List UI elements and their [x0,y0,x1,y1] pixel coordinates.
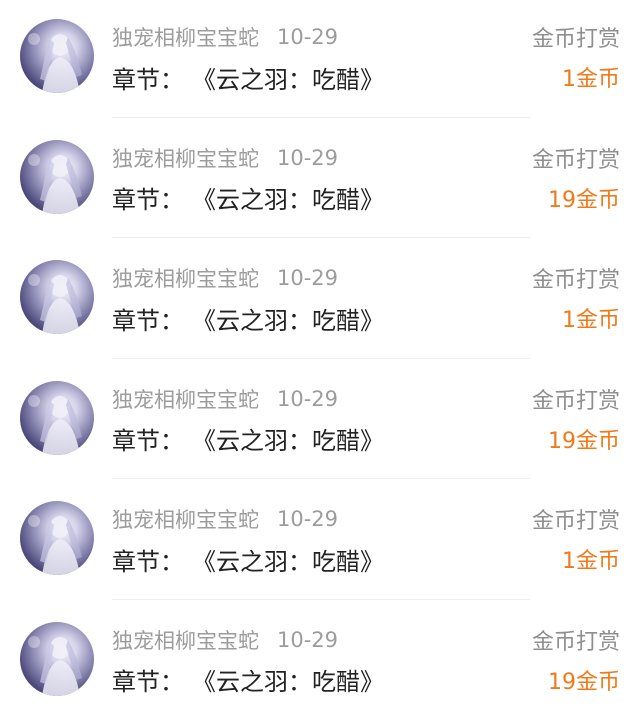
record-chapter[interactable]: 章节： 《云之羽：吃醋》 [112,301,384,335]
reward-amount: 1金币 [562,302,620,334]
user-avatar-icon[interactable] [20,622,94,696]
chapter-label: 章节： [112,60,184,95]
reward-record-item[interactable]: 独宠相柳宝宝蛇 10-29 章节： 《云之羽：吃醋》 金币打赏 19金币 [0,603,640,723]
chapter-label: 章节： [112,542,184,577]
reward-type: 金币打赏 [532,504,620,534]
user-name[interactable]: 独宠相柳宝宝蛇 [112,625,259,655]
user-avatar-icon[interactable] [20,381,94,455]
row-divider [112,478,530,479]
reward-amount: 19金币 [548,423,620,455]
reward-type: 金币打赏 [532,143,620,173]
reward-type: 金币打赏 [532,384,620,414]
record-date: 10-29 [277,507,338,531]
reward-amount: 19金币 [548,664,620,696]
chapter-title[interactable]: 《云之羽：吃醋》 [192,180,384,215]
chapter-title[interactable]: 《云之羽：吃醋》 [192,60,384,95]
record-chapter[interactable]: 章节： 《云之羽：吃醋》 [112,60,384,94]
row-divider [112,599,530,600]
record-chapter[interactable]: 章节： 《云之羽：吃醋》 [112,422,384,456]
reward-type: 金币打赏 [532,22,620,52]
chapter-label: 章节： [112,662,184,697]
row-divider [112,237,530,238]
chapter-title[interactable]: 《云之羽：吃醋》 [192,421,384,456]
record-meta: 独宠相柳宝宝蛇 10-29 [112,504,338,534]
reward-record-item[interactable]: 独宠相柳宝宝蛇 10-29 章节： 《云之羽：吃醋》 金币打赏 1金币 [0,241,640,362]
user-avatar-icon[interactable] [20,260,94,334]
chapter-label: 章节： [112,301,184,336]
user-name[interactable]: 独宠相柳宝宝蛇 [112,263,259,293]
record-date: 10-29 [277,146,338,170]
reward-record-item[interactable]: 独宠相柳宝宝蛇 10-29 章节： 《云之羽：吃醋》 金币打赏 19金币 [0,121,640,242]
reward-record-list: 独宠相柳宝宝蛇 10-29 章节： 《云之羽：吃醋》 金币打赏 1金币 独宠相柳… [0,0,640,723]
reward-amount: 1金币 [562,61,620,93]
record-meta: 独宠相柳宝宝蛇 10-29 [112,22,338,52]
record-meta: 独宠相柳宝宝蛇 10-29 [112,263,338,293]
chapter-title[interactable]: 《云之羽：吃醋》 [192,542,384,577]
reward-type: 金币打赏 [532,263,620,293]
reward-record-item[interactable]: 独宠相柳宝宝蛇 10-29 章节： 《云之羽：吃醋》 金币打赏 1金币 [0,0,640,121]
record-meta: 独宠相柳宝宝蛇 10-29 [112,143,338,173]
user-name[interactable]: 独宠相柳宝宝蛇 [112,143,259,173]
reward-type: 金币打赏 [532,625,620,655]
user-name[interactable]: 独宠相柳宝宝蛇 [112,504,259,534]
reward-record-item[interactable]: 独宠相柳宝宝蛇 10-29 章节： 《云之羽：吃醋》 金币打赏 1金币 [0,482,640,603]
chapter-label: 章节： [112,180,184,215]
user-avatar-icon[interactable] [20,140,94,214]
record-date: 10-29 [277,25,338,49]
user-avatar-icon[interactable] [20,501,94,575]
reward-amount: 19金币 [548,182,620,214]
record-chapter[interactable]: 章节： 《云之羽：吃醋》 [112,663,384,697]
record-chapter[interactable]: 章节： 《云之羽：吃醋》 [112,181,384,215]
record-meta: 独宠相柳宝宝蛇 10-29 [112,384,338,414]
record-date: 10-29 [277,628,338,652]
user-name[interactable]: 独宠相柳宝宝蛇 [112,22,259,52]
record-meta: 独宠相柳宝宝蛇 10-29 [112,625,338,655]
reward-amount: 1金币 [562,543,620,575]
row-divider [112,358,530,359]
chapter-label: 章节： [112,421,184,456]
chapter-title[interactable]: 《云之羽：吃醋》 [192,301,384,336]
row-divider [112,117,530,118]
record-date: 10-29 [277,387,338,411]
user-avatar-icon[interactable] [20,19,94,93]
reward-record-item[interactable]: 独宠相柳宝宝蛇 10-29 章节： 《云之羽：吃醋》 金币打赏 19金币 [0,362,640,483]
record-chapter[interactable]: 章节： 《云之羽：吃醋》 [112,542,384,576]
record-date: 10-29 [277,266,338,290]
chapter-title[interactable]: 《云之羽：吃醋》 [192,662,384,697]
user-name[interactable]: 独宠相柳宝宝蛇 [112,384,259,414]
